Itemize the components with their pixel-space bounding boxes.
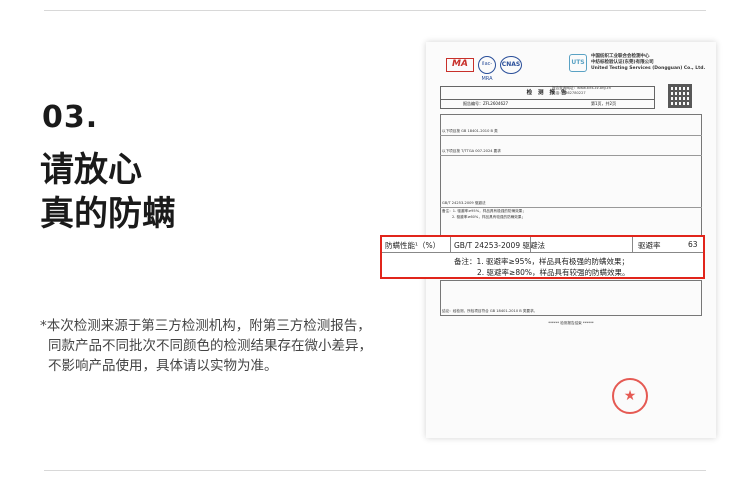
mite-repellent-value: 63 [688, 240, 698, 249]
official-seal-stamp: ★ [612, 378, 648, 414]
mite-requirement: – [534, 240, 538, 249]
bottom-divider [44, 470, 706, 471]
report-end-line: ****** 检测报告结束 ****** [548, 321, 594, 325]
mite-result-highlight: 防螨性能¹（%） GB/T 24253-2009 驱避法 – 驱避率 63 备注… [380, 235, 705, 279]
report-row-standard-2: 以下项目按 T/TTGA 007-2024 要求 [440, 148, 702, 156]
cell-divider [632, 237, 633, 253]
disclaimer-line-1: *本次检测来源于第三方检测机构，附第三方检测报告， [40, 318, 371, 334]
cell-divider [530, 237, 531, 253]
heading-line-2: 真的防螨 [40, 194, 176, 234]
report-number: ZFL2604627 [483, 101, 509, 106]
uts-logo-icon: UTS [569, 54, 587, 72]
lab-header: UTS 中国纺织工业联合会检测中心 中纺标检验认证(东莞)有限公司 United… [569, 54, 705, 72]
lab-name-en: United Testing Services (Dongguan) Co., … [591, 66, 706, 71]
disclaimer-line-3: 不影响产品使用，具体请以实物为准。 [48, 358, 278, 374]
step-number: 03. [42, 100, 99, 135]
report-contact-tel: 电话：0362780227 [552, 91, 586, 95]
qr-code-icon [668, 84, 692, 108]
ilac-logo: ilac-MRA [478, 56, 496, 82]
cma-logo: MA [446, 58, 474, 72]
cell-divider [450, 237, 451, 253]
mite-test-method: GB/T 24253-2009 驱避法 [454, 241, 545, 250]
heading-line-1: 请放心 [40, 150, 142, 190]
report-title: 检 测 报 告 [440, 86, 655, 100]
report-number-label: 报告编号： [463, 101, 483, 106]
mite-note-line-1: 备注：1. 驱避率≥95%，样品具有极强的防螨效果； [454, 257, 629, 266]
report-number-row: 报告编号：ZFL2604627 第1页，共2页 [440, 100, 655, 109]
report-conclusion: 结论：经检测，所检项目符合 GB 18401-2010 B 类要求。 [442, 309, 538, 313]
accreditation-logos: MA ilac-MRA CNAS [446, 54, 522, 82]
report-contact: 报告查询网址：www.tcts-cz.org.cn 电话：0362780227 [552, 86, 611, 96]
report-row-mite: GB/T 24253-2009 驱避法 [440, 200, 702, 208]
report-pages: 第1页，共2页 [591, 101, 617, 106]
report-row-standard-1: 以下项目按 GB 18401-2010 B 类 [440, 128, 702, 136]
top-divider [44, 10, 706, 11]
mite-note-line-2: 2. 驱避率≥80%，样品具有较强的防螨效果。 [477, 268, 630, 277]
mite-metric-label: 驱避率 [638, 241, 661, 250]
report-note-small-2: 2. 驱避率≥60%，样品具有较强的防螨效果； [452, 215, 526, 219]
mite-item-label: 防螨性能¹（%） [385, 241, 441, 250]
cnas-logo: CNAS [500, 56, 522, 74]
disclaimer-line-2: 同款产品不同批次不同颜色的检测结果存在微小差异， [48, 338, 372, 354]
mite-result-row: 防螨性能¹（%） GB/T 24253-2009 驱避法 – 驱避率 63 [382, 237, 703, 253]
seal-star-icon: ★ [623, 388, 637, 404]
